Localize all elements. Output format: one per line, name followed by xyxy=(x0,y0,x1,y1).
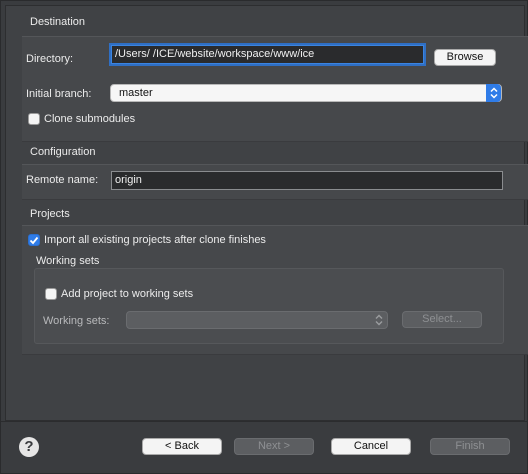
add-to-working-sets-label: Add project to working sets xyxy=(61,288,194,300)
destination-title: Destination xyxy=(30,16,86,28)
working-sets-title: Working sets xyxy=(36,255,100,267)
next-button[interactable]: Next > xyxy=(234,438,314,455)
add-to-working-sets-checkbox[interactable] xyxy=(45,288,57,300)
remote-name-input[interactable]: origin xyxy=(111,171,503,190)
initial-branch-label: Initial branch: xyxy=(26,88,92,100)
working-sets-label: Working sets: xyxy=(43,315,110,327)
footer-separator xyxy=(1,421,528,422)
projects-title: Projects xyxy=(30,208,70,220)
finish-button[interactable]: Finish xyxy=(430,438,510,455)
checkmark-icon xyxy=(29,236,39,244)
chevron-updown-icon xyxy=(375,314,383,331)
import-projects-checkbox[interactable] xyxy=(28,234,40,246)
initial-branch-select[interactable]: master xyxy=(110,84,502,102)
browse-button[interactable]: Browse xyxy=(434,49,496,66)
clone-submodules-label: Clone submodules xyxy=(44,113,136,125)
wizard-content-panel: Destination Directory: /Users/ /ICE/webs… xyxy=(5,5,528,421)
select-working-sets-button[interactable]: Select... xyxy=(402,311,482,328)
chevron-updown-icon xyxy=(486,84,501,102)
clone-wizard-window: Destination Directory: /Users/ /ICE/webs… xyxy=(0,0,528,474)
configuration-title: Configuration xyxy=(30,146,96,158)
working-sets-group xyxy=(34,268,504,344)
working-sets-select[interactable] xyxy=(126,311,388,329)
help-icon[interactable]: ? xyxy=(19,437,39,457)
cancel-button[interactable]: Cancel xyxy=(331,438,411,455)
import-projects-label: Import all existing projects after clone… xyxy=(44,234,266,246)
directory-input[interactable]: /Users/ /ICE/website/workspace/www/ice xyxy=(111,45,424,64)
clone-submodules-checkbox[interactable] xyxy=(28,113,40,125)
remote-name-label: Remote name: xyxy=(26,174,99,186)
initial-branch-value: master xyxy=(119,87,153,99)
directory-label: Directory: xyxy=(26,53,74,65)
back-button[interactable]: < Back xyxy=(142,438,222,455)
